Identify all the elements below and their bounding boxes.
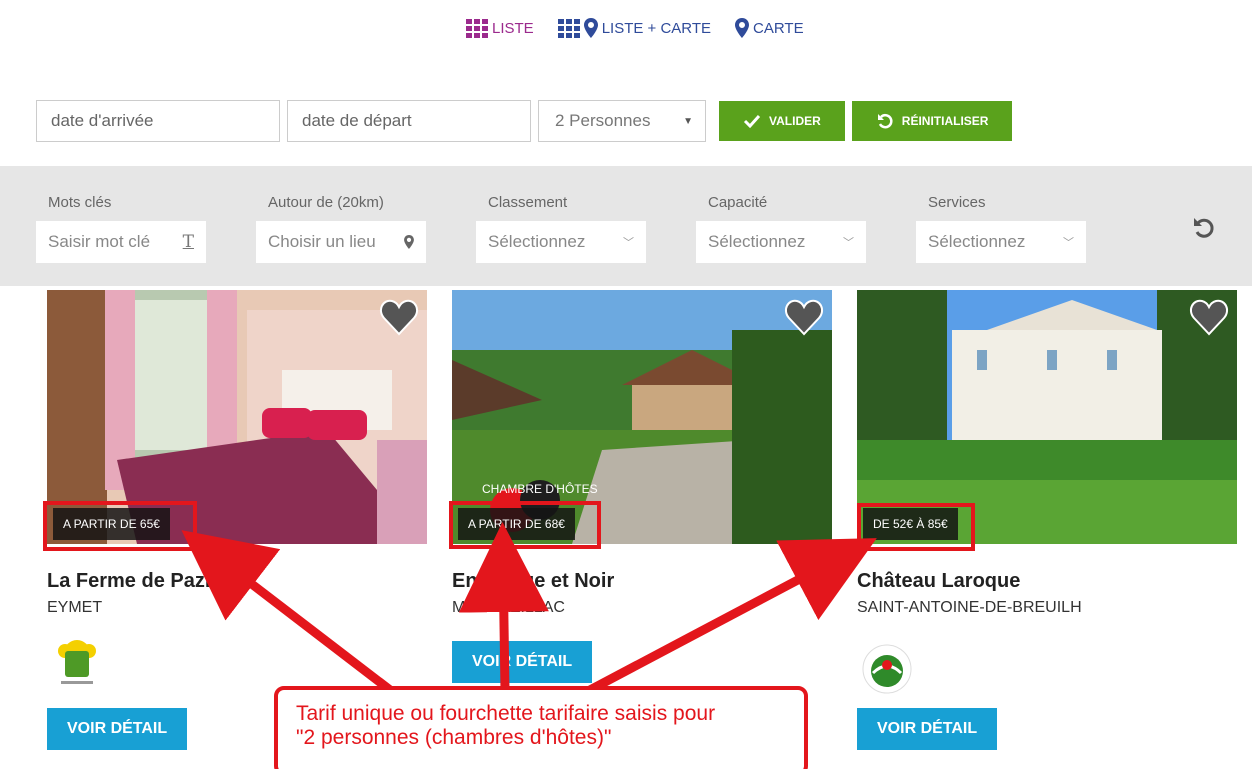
view-liste[interactable]: LISTE bbox=[466, 18, 534, 38]
annotation-callout: Tarif unique ou fourchette tarifaire sai… bbox=[274, 686, 808, 769]
view-detail-button[interactable]: VOIR DÉTAIL bbox=[47, 708, 188, 750]
filter-around: Autour de (20km) Choisir un lieu bbox=[256, 194, 428, 263]
filter-capacity: Capacité Sélectionnez ﹀ bbox=[696, 194, 868, 263]
view-liste-carte[interactable]: LISTE + CARTE bbox=[557, 18, 712, 38]
grid-icon bbox=[466, 18, 488, 38]
view-carte-label: CARTE bbox=[753, 19, 804, 37]
filter-services: Services Sélectionnez ﹀ bbox=[916, 194, 1088, 263]
listing-title[interactable]: Château Laroque bbox=[857, 570, 1237, 593]
view-liste-carte-label: LISTE + CARTE bbox=[601, 19, 712, 37]
bienvenue-a-la-ferme-logo bbox=[58, 640, 96, 684]
annotation-line-1: Tarif unique ou fourchette tarifaire sai… bbox=[296, 702, 716, 725]
reset-button-label: RÉINITIALISER bbox=[901, 114, 989, 128]
filter-around-label: Autour de (20km) bbox=[268, 194, 384, 211]
validate-button-label: VALIDER bbox=[769, 114, 821, 128]
map-pin-icon bbox=[583, 18, 598, 38]
filter-ranking: Classement Sélectionnez ﹀ bbox=[476, 194, 648, 263]
chambre-hotes-badge: CHAMBRE D'HÔTES bbox=[482, 482, 598, 496]
persons-select-value: 2 Personnes bbox=[555, 111, 651, 130]
view-switcher: LISTE LISTE + CARTE CARTE bbox=[466, 18, 804, 38]
filter-capacity-label: Capacité bbox=[708, 194, 768, 211]
listing-city: MONBAZILLAC bbox=[452, 599, 565, 616]
text-icon: T bbox=[182, 232, 194, 252]
ranking-select-value: Sélectionnez bbox=[488, 232, 586, 251]
highlight-box bbox=[43, 501, 197, 551]
filter-keywords: Mots clés Saisir mot clé T bbox=[36, 194, 208, 263]
arrival-date-input[interactable] bbox=[36, 100, 280, 142]
check-icon bbox=[743, 114, 761, 129]
favorite-heart-icon[interactable] bbox=[784, 298, 824, 336]
departure-date-input[interactable] bbox=[287, 100, 531, 142]
filters-panel: Mots clés Saisir mot clé T Autour de (20… bbox=[0, 166, 1252, 286]
listing-city: EYMET bbox=[47, 599, 103, 616]
highlight-box bbox=[857, 503, 975, 551]
favorite-heart-icon[interactable] bbox=[1189, 298, 1229, 336]
view-carte[interactable]: CARTE bbox=[735, 18, 804, 38]
annotation-line-2: "2 personnes (chambres d'hôtes)" bbox=[296, 726, 612, 749]
chevron-down-icon: ﹀ bbox=[623, 237, 634, 249]
filter-services-label: Services bbox=[928, 194, 986, 211]
location-placeholder: Choisir un lieu bbox=[268, 232, 376, 251]
capacity-select-value: Sélectionnez bbox=[708, 232, 806, 251]
listing-title[interactable]: En Rouge et Noir bbox=[452, 570, 832, 593]
accueil-paysan-logo bbox=[862, 644, 912, 694]
listing-city: SAINT-ANTOINE-DE-BREUILH bbox=[857, 599, 1082, 616]
services-select-value: Sélectionnez bbox=[928, 232, 1026, 251]
favorite-heart-icon[interactable] bbox=[379, 298, 419, 336]
listing-title[interactable]: La Ferme de Pazier bbox=[47, 570, 427, 593]
view-detail-button[interactable]: VOIR DÉTAIL bbox=[452, 641, 593, 683]
view-liste-label: LISTE bbox=[492, 19, 534, 37]
reset-filters-icon[interactable] bbox=[1190, 214, 1218, 242]
undo-icon bbox=[877, 113, 893, 129]
listing-card: CHAMBRE D'HÔTES A PARTIR DE 68€ En Rouge… bbox=[452, 290, 832, 683]
services-select[interactable]: Sélectionnez ﹀ bbox=[916, 221, 1086, 263]
ranking-select[interactable]: Sélectionnez ﹀ bbox=[476, 221, 646, 263]
keywords-input[interactable]: Saisir mot clé T bbox=[36, 221, 206, 263]
location-input[interactable]: Choisir un lieu bbox=[256, 221, 426, 263]
chevron-down-icon: ﹀ bbox=[843, 237, 854, 249]
highlight-box bbox=[449, 501, 601, 549]
filter-keywords-label: Mots clés bbox=[48, 194, 112, 211]
capacity-select[interactable]: Sélectionnez ﹀ bbox=[696, 221, 866, 263]
grid-map-pin-icon bbox=[557, 18, 580, 38]
view-detail-button[interactable]: VOIR DÉTAIL bbox=[857, 708, 998, 750]
persons-select[interactable]: 2 Personnes ▼ bbox=[538, 100, 706, 142]
reset-button[interactable]: RÉINITIALISER bbox=[851, 101, 1013, 141]
keywords-placeholder: Saisir mot clé bbox=[48, 232, 151, 251]
filter-ranking-label: Classement bbox=[488, 194, 568, 211]
dropdown-arrow-icon: ▼ bbox=[683, 115, 693, 127]
map-pin-icon bbox=[404, 235, 414, 249]
map-pin-icon bbox=[735, 18, 750, 38]
chevron-down-icon: ﹀ bbox=[1063, 237, 1074, 249]
validate-button[interactable]: VALIDER bbox=[719, 101, 845, 141]
search-bar: 2 Personnes ▼ VALIDER RÉINITIALISER bbox=[36, 100, 1013, 142]
